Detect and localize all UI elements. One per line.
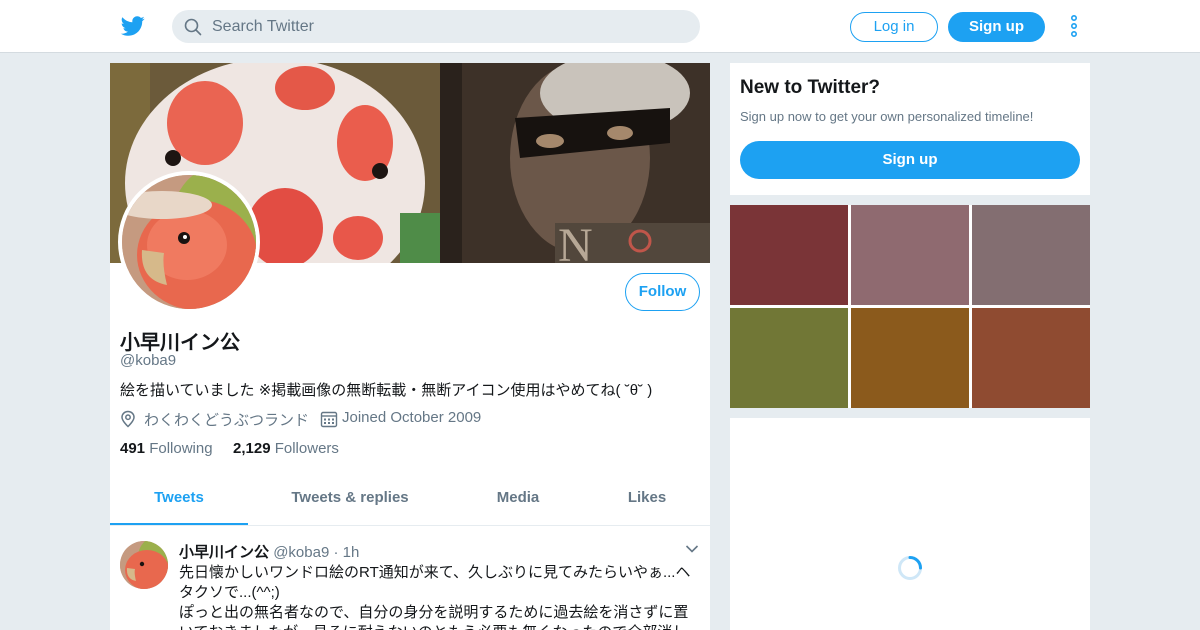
more-options-icon[interactable] [1068,14,1080,38]
tweet-timestamp[interactable]: 1h [343,544,360,561]
media-tile[interactable] [730,308,848,408]
following-link[interactable]: 491 Following [120,440,213,457]
tweet-separator: · [333,544,339,561]
loading-spinner-icon [898,556,922,580]
tweet-text-line-2: ぽっと出の無名者なので、自分の身分を説明するために過去絵を消さずに置いておきまし… [179,604,689,630]
media-tile[interactable] [730,205,848,305]
tab-tweets-and-replies[interactable]: Tweets & replies [270,473,430,525]
profile-joined-date: Joined October 2009 [342,409,482,426]
following-count: 491 [120,440,146,457]
following-label: Following [149,440,213,457]
login-button[interactable]: Log in [850,12,938,42]
follow-button[interactable]: Follow [625,273,700,311]
profile-tabs: Tweets Tweets & replies Media Likes [110,473,710,526]
profile-location: わくわくどうぶつランド [144,412,310,429]
tweet-text-line-1: 先日懐かしいワンドロ絵のRT通知が来て、久しぶりに見てみたらいやぁ...ヘタクソ… [179,564,691,601]
media-tile[interactable] [851,205,969,305]
profile-avatar[interactable] [118,171,260,313]
tweet-author-name[interactable]: 小早川イン公 [179,544,269,561]
media-tile[interactable] [972,205,1090,305]
search-icon [184,18,202,36]
signup-card-subtitle: Sign up now to get your own personalized… [740,109,1034,124]
chevron-down-icon[interactable] [685,544,699,554]
search-box[interactable] [172,10,700,43]
loading-card [730,418,1090,630]
search-input[interactable] [212,10,682,43]
followers-link[interactable]: 2,129 Followers [233,440,339,457]
profile-bio: 絵を描いていました ※掲載画像の無断転載・無断アイコン使用はやめてね( ˘θ˘ … [120,382,653,399]
new-to-twitter-card: New to Twitter? Sign up now to get your … [730,63,1090,195]
media-tile[interactable] [972,308,1090,408]
tweet-author-handle[interactable]: @koba9 [273,544,329,561]
tweet-header: 小早川イン公 @koba9 · 1h [179,541,359,562]
twitter-bird-icon[interactable] [120,14,146,38]
profile-card: N Follow 小早川イン公 @koba9 絵を描いていました ※掲載画像の無… [110,63,710,630]
followers-count: 2,129 [233,440,271,457]
tab-likes[interactable]: Likes [612,473,682,525]
tab-tweets[interactable]: Tweets [110,473,248,525]
media-tile[interactable] [851,308,969,408]
tweet-text: 先日懐かしいワンドロ絵のRT通知が来て、久しぶりに見てみたらいやぁ...ヘタクソ… [179,563,699,630]
location-pin-icon [121,410,135,428]
signup-card-button[interactable]: Sign up [740,141,1080,179]
tab-media[interactable]: Media [478,473,558,525]
calendar-icon [320,411,338,428]
top-navigation-bar: Log in Sign up [0,0,1200,53]
profile-handle: @koba9 [120,352,177,369]
signup-card-title: New to Twitter? [740,77,881,98]
tweet-avatar[interactable] [120,541,168,589]
media-grid [730,205,1090,408]
signup-button-top[interactable]: Sign up [948,12,1045,42]
svg-text:N: N [558,219,593,263]
tweet-item[interactable]: 小早川イン公 @koba9 · 1h 先日懐かしいワンドロ絵のRT通知が来て、久… [110,526,710,630]
followers-label: Followers [274,440,339,457]
profile-display-name: 小早川イン公 [120,332,240,354]
